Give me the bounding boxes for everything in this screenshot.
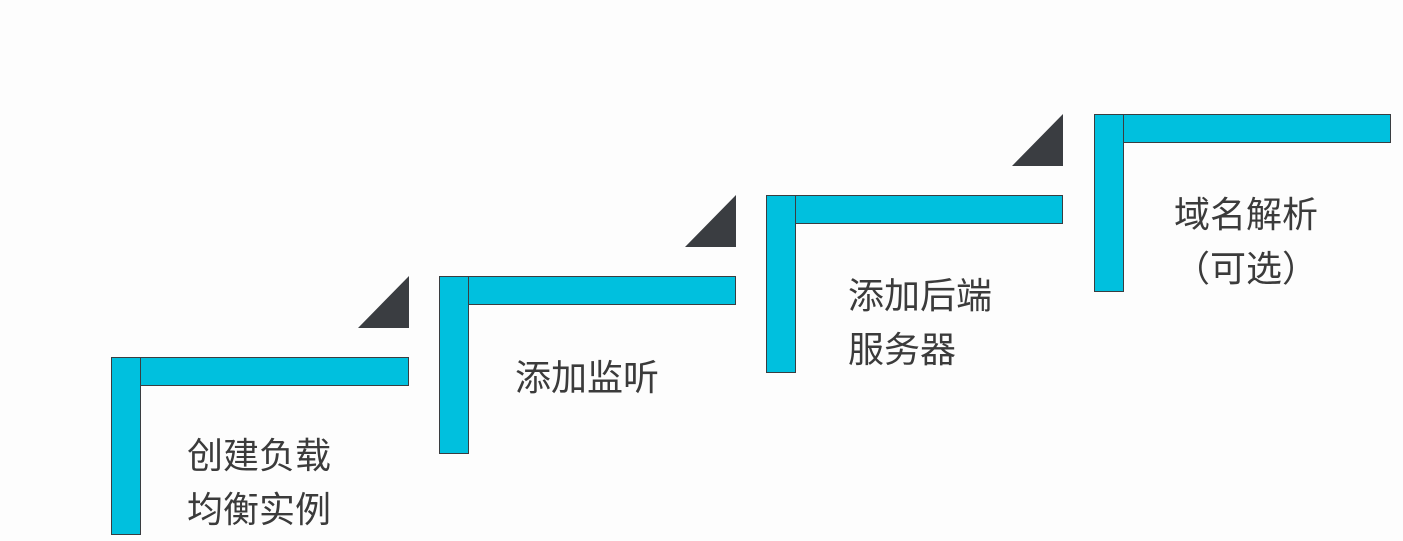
step-1-vertical-bar [111, 357, 141, 535]
step-1-label-line-1: 创建负载 [187, 436, 332, 477]
step-3-label-line-2: 服务器 [848, 330, 957, 371]
process-staircase-diagram: 创建负载 均衡实例 添加监听 添加后端 服务器 域名解析 （可选） [0, 0, 1403, 541]
step-3-label: 添加后端 服务器 [848, 270, 992, 378]
step-2-horizontal-bar [439, 276, 736, 305]
step-3-vertical-bar [766, 195, 796, 373]
step-3-corner-triangle [1012, 114, 1063, 166]
step-1-horizontal-bar [111, 357, 409, 386]
step-1-label: 创建负载 均衡实例 [187, 430, 331, 538]
step-4-label-line-2: （可选） [1174, 249, 1319, 290]
step-4-label-line-1: 域名解析 [1174, 195, 1319, 236]
step-3-horizontal-bar [766, 195, 1063, 224]
step-4-label: 域名解析 （可选） [1174, 189, 1318, 297]
step-1-corner-triangle [358, 276, 409, 328]
step-2-vertical-bar [439, 276, 469, 454]
step-2-label: 添加监听 [515, 352, 659, 406]
step-4-vertical-bar [1094, 114, 1124, 292]
step-1-label-line-2: 均衡实例 [187, 490, 332, 531]
step-2-label-line-1: 添加监听 [515, 358, 660, 399]
step-3-label-line-1: 添加后端 [848, 276, 993, 317]
step-4-horizontal-bar [1094, 114, 1391, 143]
step-2-corner-triangle [685, 195, 736, 247]
